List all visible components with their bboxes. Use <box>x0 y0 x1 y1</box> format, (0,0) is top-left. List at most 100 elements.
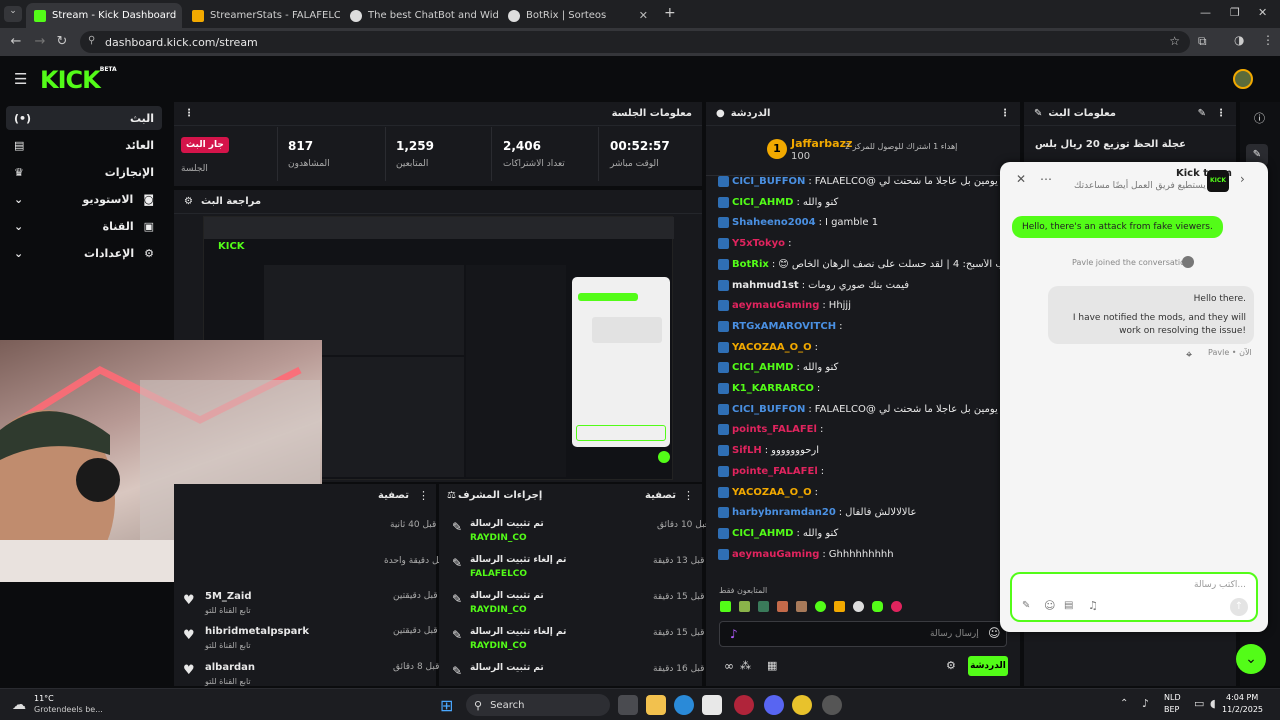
back-icon[interactable]: ← <box>4 34 28 49</box>
chat-message[interactable]: : K1_KARRARCO <box>718 383 1008 394</box>
more-options-icon[interactable]: ⋮ <box>1216 108 1226 119</box>
app-icon[interactable] <box>822 695 842 715</box>
sidebar-item-revenue[interactable]: ▤ العائد <box>6 133 162 157</box>
chat-message[interactable]: : YACOZAA_O_O <box>718 486 1008 498</box>
chat-message[interactable]: Ghhhhhhhhh: aeymauGaming <box>718 548 1008 560</box>
sidebar-item-settings[interactable]: ⌄ الإعدادات ⚙ <box>6 241 162 265</box>
taskbar-search[interactable]: ⚲ Search <box>466 694 610 716</box>
discord-icon[interactable] <box>764 695 784 715</box>
emoji-icon[interactable]: ☺ <box>1044 599 1055 612</box>
microphone-icon[interactable]: ♪ <box>1142 697 1149 710</box>
site-info-icon[interactable]: ⚲ <box>88 35 95 46</box>
close-icon[interactable]: ✕ <box>639 9 648 22</box>
chat-username[interactable]: YACOZAA_O_O <box>732 342 812 353</box>
attachment-icon[interactable]: ✎ <box>1022 600 1030 611</box>
gif-icon[interactable]: ▤ <box>1064 600 1073 611</box>
tab-chatbot[interactable]: The best ChatBot and Widgets ✕ <box>342 3 498 28</box>
emote-icon[interactable] <box>796 600 807 612</box>
chat-message[interactable]: @Shaheeno2004 نتيجة لقالب الأسبح: 4 | لق… <box>718 258 1008 270</box>
chat-message[interactable]: انا ربحت قبل يومين بل عاجلا ما شحنت لي @… <box>718 176 1008 187</box>
activity-filter-label[interactable]: تصفية <box>378 490 409 501</box>
settings-icon[interactable]: ⚙ <box>184 196 193 207</box>
chat-message[interactable]: كنو والله: CICI_AHMD <box>718 527 1008 539</box>
chat-message[interactable]: عالالالالش فالفال: harbybnramdan20 <box>718 507 1008 519</box>
emote-icon[interactable] <box>777 600 788 612</box>
keyboard-layout[interactable]: BEP <box>1164 705 1179 714</box>
chevron-up-icon[interactable]: ⌃ <box>1120 698 1128 709</box>
chat-username[interactable]: Shaheeno2004 <box>732 217 816 228</box>
volume-icon[interactable]: ◖ <box>1210 697 1216 710</box>
reload-icon[interactable]: ↻ <box>50 34 74 49</box>
emote-icon[interactable] <box>815 600 826 612</box>
chat-message[interactable]: كنو والله: CICI_AHMD <box>718 362 1008 374</box>
chat-username[interactable]: CICI_AHMD <box>732 197 793 208</box>
emote-icon[interactable] <box>739 600 750 612</box>
tab-botrix[interactable]: BotRix | Sorteos ✕ <box>500 3 656 28</box>
infinity-icon[interactable]: ∞ <box>724 659 734 673</box>
store-icon[interactable] <box>702 695 722 715</box>
chat-username[interactable]: Y5xTokyo <box>732 238 785 249</box>
extensions-icon[interactable]: ⧉ <box>1198 34 1207 49</box>
clock-date[interactable]: 11/2/2025 <box>1222 705 1263 714</box>
chat-message[interactable]: I gamble 1: Shaheeno2004 <box>718 217 1008 229</box>
weather-temp[interactable]: 11°C <box>34 694 54 703</box>
chat-username[interactable]: aeymauGaming <box>732 300 819 311</box>
chat-message[interactable]: فيمت بنك صوري رومات: mahmud1st <box>718 279 1008 291</box>
profile-icon[interactable]: ◑ <box>1234 33 1244 47</box>
chat-username[interactable]: CICI_AHMD <box>732 528 793 539</box>
microphone-icon[interactable]: ♪ <box>730 627 738 641</box>
chat-message[interactable]: : pointe_FALAFEl <box>718 465 1008 477</box>
emote-icon[interactable] <box>872 600 883 612</box>
task-view-icon[interactable] <box>618 695 638 715</box>
chat-message[interactable]: ارحووووووو: SifLH <box>718 445 1008 457</box>
bookmark-star-icon[interactable]: ☆ <box>1169 34 1180 48</box>
chat-username[interactable]: CICI_BUFFON <box>732 404 805 415</box>
close-icon[interactable]: ✕ <box>1016 172 1026 186</box>
microphone-icon[interactable]: ♫ <box>1088 599 1098 612</box>
emote-bar[interactable] <box>720 598 1000 614</box>
more-options-icon[interactable]: ⋮ <box>184 108 194 119</box>
chat-message[interactable]: : Y5xTokyo <box>718 238 1008 250</box>
send-chat-button[interactable]: الدردشة <box>968 656 1008 676</box>
window-close-button[interactable]: ✕ <box>1258 6 1267 19</box>
send-icon[interactable]: ↑ <box>1230 598 1248 616</box>
chat-username[interactable]: K1_KARRARCO <box>732 383 814 394</box>
mod-filter-label[interactable]: تصفية <box>645 490 676 501</box>
sidebar-item-achievements[interactable]: ♛ الإنجازات <box>6 160 162 184</box>
store-icon[interactable]: ▦ <box>767 659 777 672</box>
chat-username[interactable]: SifLH <box>732 445 762 456</box>
minimize-button[interactable]: — <box>1200 6 1211 19</box>
emote-icon[interactable] <box>758 600 769 612</box>
clock-time[interactable]: 4:04 PM <box>1226 693 1258 702</box>
chat-username[interactable]: pointe_FALAFEl <box>732 466 818 477</box>
chat-username[interactable]: mahmud1st <box>732 280 799 291</box>
chevron-right-icon[interactable]: › <box>1240 172 1245 186</box>
hamburger-icon[interactable]: ☰ <box>14 70 27 88</box>
chat-username[interactable]: CICI_AHMD <box>732 362 793 373</box>
gear-icon[interactable]: ⚙ <box>946 659 956 672</box>
weather-desc[interactable]: Grotendeels be... <box>34 705 103 714</box>
emote-icon[interactable] <box>853 600 864 612</box>
tab-kick-dashboard[interactable]: Stream - Kick Dashboard ✕ <box>26 3 182 28</box>
more-options-icon[interactable]: ⋮ <box>418 489 429 502</box>
tab-streamerstats[interactable]: StreamerStats - FALAFELCO Pro ✕ <box>184 3 340 28</box>
chat-username[interactable]: YACOZAA_O_O <box>732 487 812 498</box>
support-message-input[interactable]: اكتب رسالة... ✎ ☺ ▤ ♫ ↑ <box>1010 572 1258 622</box>
file-explorer-icon[interactable] <box>646 695 666 715</box>
new-tab-button[interactable]: + <box>664 5 676 21</box>
maximize-button[interactable]: ❐ <box>1230 6 1240 19</box>
user-avatar[interactable] <box>1233 69 1253 89</box>
sidebar-item-studio[interactable]: ⌄ الاستوديو ◙ <box>6 187 162 211</box>
chat-message[interactable]: كنو والله: CICI_AHMD <box>718 196 1008 208</box>
chat-username[interactable]: points_FALAFEl <box>732 424 817 435</box>
edge-icon[interactable] <box>674 695 694 715</box>
sidebar-item-stream[interactable]: (•) البث <box>6 106 162 130</box>
forward-icon[interactable]: → <box>28 34 52 49</box>
chat-username[interactable]: CICI_BUFFON <box>732 176 805 187</box>
support-launcher-button[interactable]: ⌄ <box>1236 644 1266 674</box>
language-code[interactable]: NLD <box>1164 693 1181 702</box>
chat-message[interactable]: : RTGxAMAROVITCH <box>718 320 1008 332</box>
dots-icon[interactable]: ⁂ <box>740 659 751 672</box>
chat-username[interactable]: RTGxAMAROVITCH <box>732 321 836 332</box>
edit-icon[interactable]: ✎ <box>1198 108 1206 119</box>
